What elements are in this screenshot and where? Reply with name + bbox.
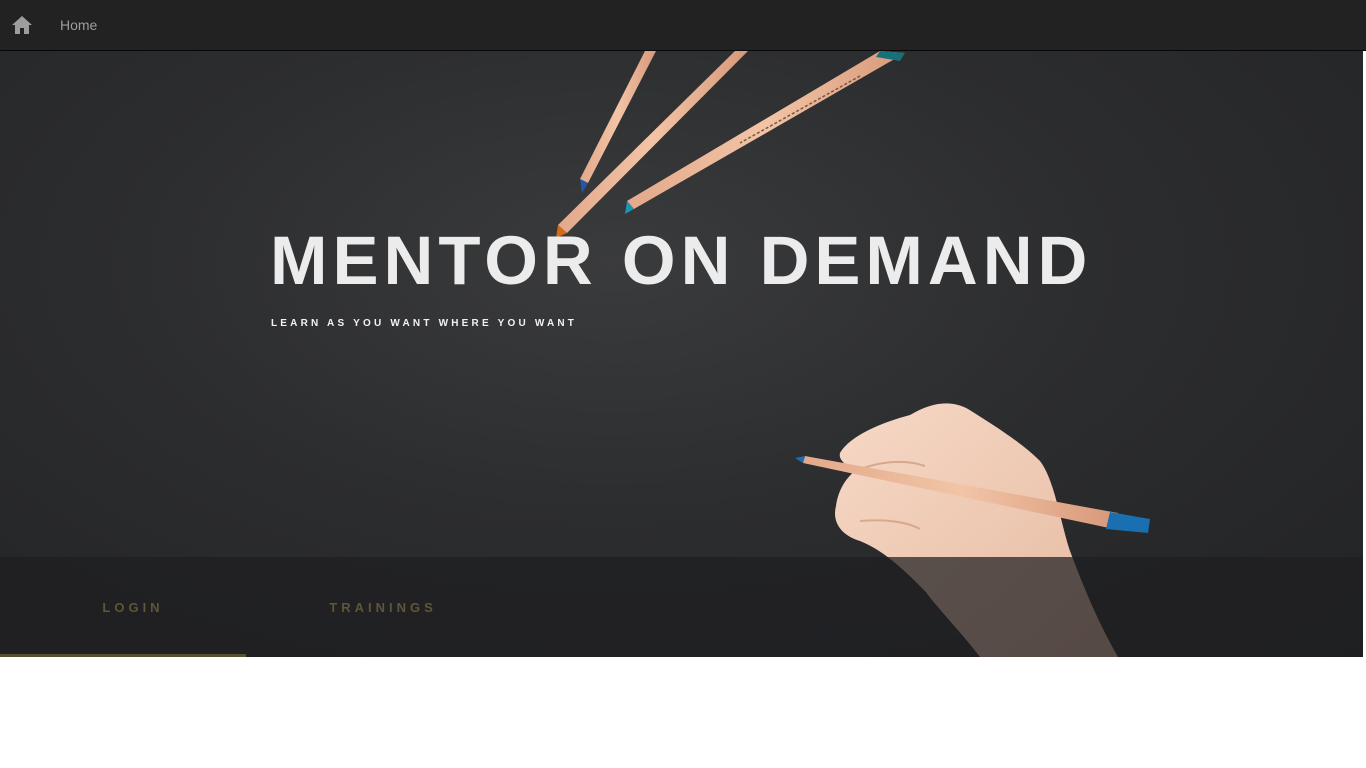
tab-trainings[interactable]: TRAININGS [246, 557, 520, 657]
tab-trainings-label: TRAININGS [329, 599, 437, 615]
nav-home-link[interactable]: Home [60, 17, 97, 33]
home-icon[interactable] [11, 14, 33, 36]
pencil-3 [625, 51, 905, 214]
hero-banner: MENTOR ON DEMAND LEARN AS YOU WANT WHERE… [0, 51, 1363, 657]
hero-subtitle: LEARN AS YOU WANT WHERE YOU WANT [271, 318, 578, 329]
hero-title: MENTOR ON DEMAND [270, 222, 1093, 299]
pencil-2 [556, 51, 748, 238]
tab-login-label: LOGIN [102, 599, 164, 615]
tab-bar: LOGIN TRAININGS [0, 557, 1363, 657]
active-tab-indicator [0, 654, 246, 657]
top-navbar: Home [0, 0, 1366, 51]
tab-login[interactable]: LOGIN [0, 557, 246, 657]
